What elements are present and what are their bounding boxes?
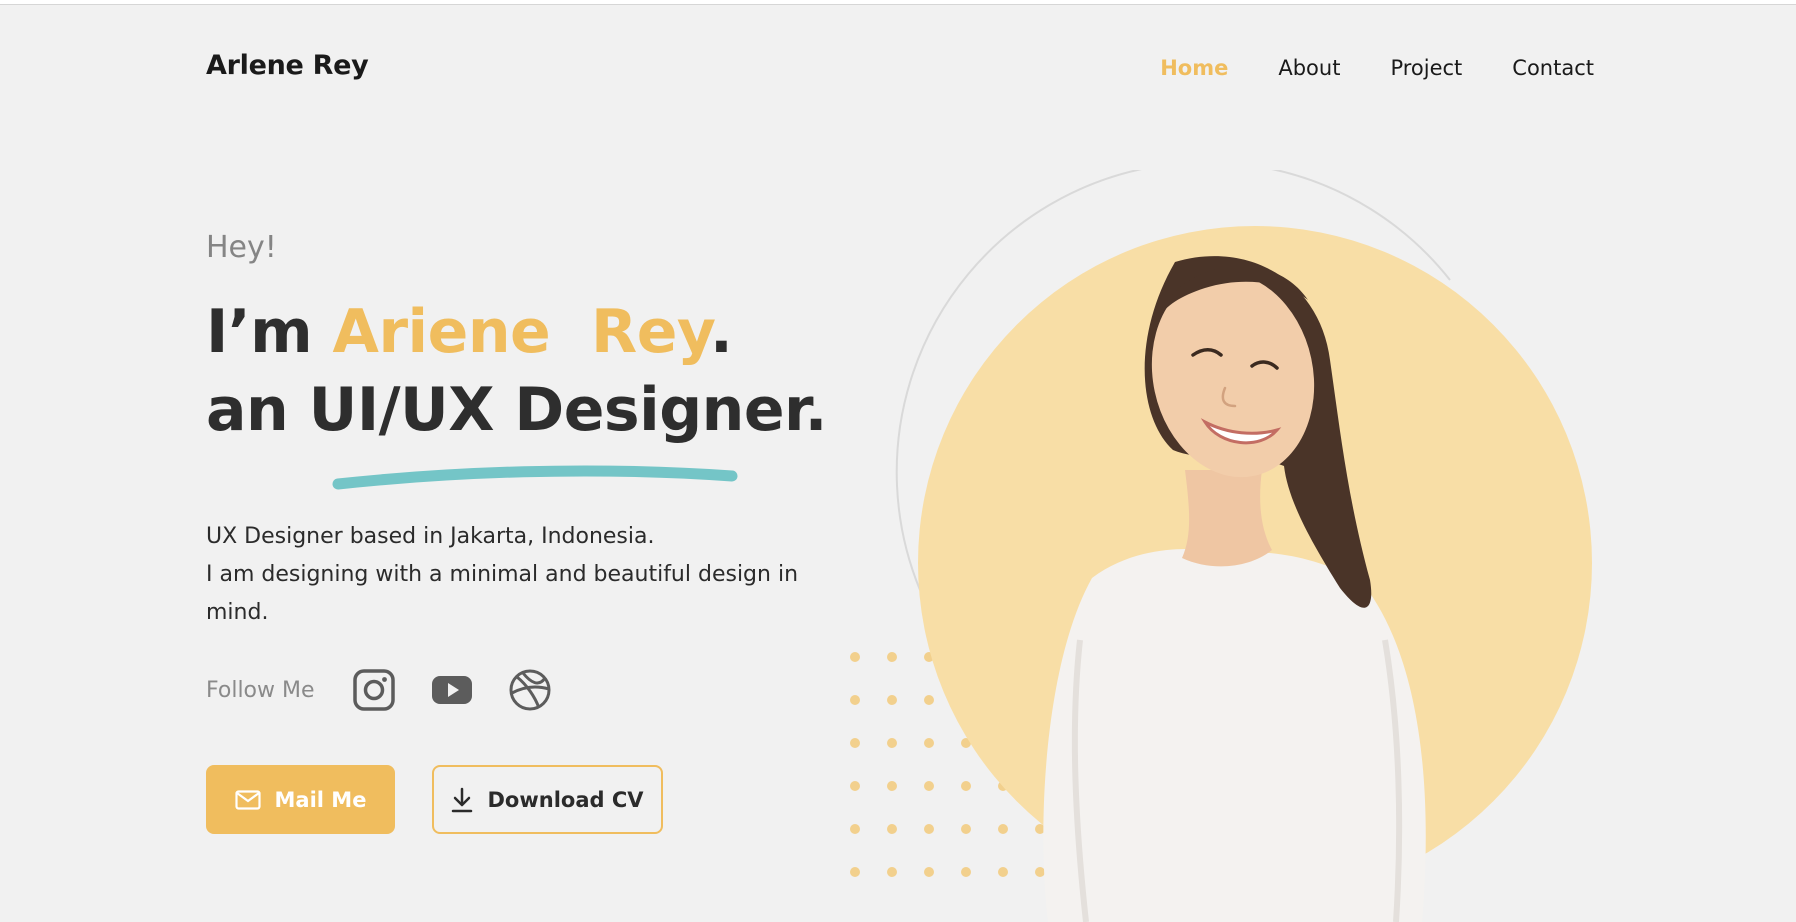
headline-line-2: an UI/UX Designer. bbox=[206, 375, 827, 445]
download-icon bbox=[451, 787, 473, 813]
description-line-1: UX Designer based in Jakarta, Indonesia. bbox=[206, 524, 655, 549]
follow-label: Follow Me bbox=[206, 677, 315, 703]
hero-greeting: Hey! bbox=[206, 230, 277, 265]
follow-row: Follow Me bbox=[206, 669, 587, 711]
mail-me-button[interactable]: Mail Me bbox=[206, 765, 395, 834]
hero-description: UX Designer based in Jakarta, Indonesia.… bbox=[206, 518, 806, 632]
youtube-icon[interactable] bbox=[431, 669, 473, 711]
instagram-icon[interactable] bbox=[352, 669, 395, 711]
headline-name: Ariene Rey bbox=[332, 297, 711, 367]
nav-about[interactable]: About bbox=[1278, 56, 1340, 80]
dribbble-icon[interactable] bbox=[509, 669, 551, 711]
headline-prefix: I’m bbox=[206, 297, 333, 367]
main-nav: Home About Project Contact bbox=[1160, 56, 1594, 80]
site-logo[interactable]: Arlene Rey bbox=[206, 50, 369, 81]
top-border bbox=[0, 0, 1796, 5]
download-cv-label: Download CV bbox=[487, 787, 644, 812]
nav-contact[interactable]: Contact bbox=[1512, 56, 1594, 80]
headline-line-1: I’m Ariene Rey. bbox=[206, 293, 827, 371]
mail-me-label: Mail Me bbox=[274, 787, 367, 812]
hero-illustration bbox=[850, 170, 1592, 922]
brush-underline bbox=[332, 465, 738, 490]
description-line-2: I am designing with a minimal and beauti… bbox=[206, 562, 799, 625]
nav-home[interactable]: Home bbox=[1160, 56, 1228, 80]
headline-period: . bbox=[710, 297, 733, 367]
mail-icon bbox=[234, 789, 261, 810]
hero-headline: I’m Ariene Rey. an UI/UX Designer. bbox=[206, 293, 827, 449]
download-cv-button[interactable]: Download CV bbox=[432, 765, 663, 834]
nav-project[interactable]: Project bbox=[1390, 56, 1462, 80]
